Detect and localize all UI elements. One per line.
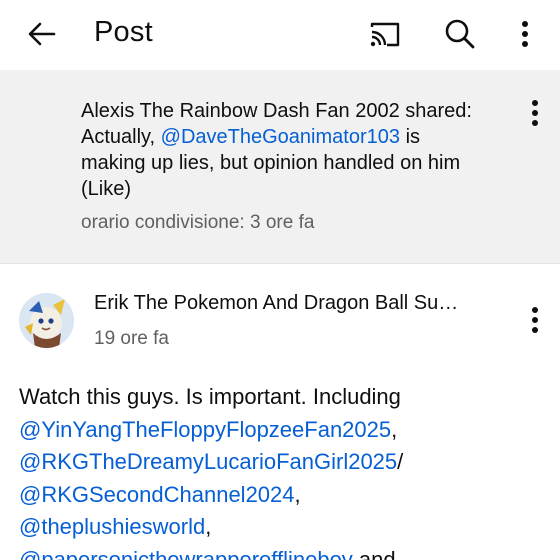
back-arrow-icon [28, 22, 56, 46]
shared-more-button[interactable] [521, 93, 549, 133]
sharer-name[interactable]: Alexis The Rainbow Dash Fan 2002 shared: [81, 100, 472, 122]
separator: , [205, 514, 212, 539]
body-line: Watch this guys. Is important. Including [19, 381, 549, 414]
back-button[interactable] [22, 14, 62, 54]
share-timestamp: orario condivisione: 3 ore fa [81, 212, 315, 233]
search-icon [445, 19, 475, 49]
body-line: @YinYangTheFloppyFlopzeeFan2025, [19, 414, 549, 447]
body-intro: Watch this guys. Is important. Including [19, 384, 401, 409]
mention-link[interactable]: @RKGSecondChannel2024 [19, 482, 295, 507]
separator: , [294, 481, 301, 507]
top-app-bar: Post [0, 0, 560, 70]
cast-icon [370, 22, 400, 47]
body-line: @papersonicthewrapperofflineboy and [19, 544, 549, 560]
post-more-button[interactable] [521, 300, 549, 340]
shared-comment: Alexis The Rainbow Dash Fan 2002 shared:… [81, 98, 481, 202]
body-line: @RKGTheDreamyLucarioFanGirl2025/ [19, 446, 549, 479]
divider [0, 263, 560, 264]
cast-button[interactable] [364, 13, 406, 55]
separator: , [391, 416, 398, 442]
search-button[interactable] [439, 13, 481, 55]
mention-link[interactable]: @RKGTheDreamyLucarioFanGirl2025 [19, 449, 397, 474]
mention-link[interactable]: @papersonicthewrapperofflineboy [19, 547, 353, 560]
author-avatar[interactable] [19, 293, 74, 348]
more-options-button[interactable] [504, 13, 546, 55]
post-author[interactable]: Erik The Pokemon And Dragon Ball Su… [94, 292, 494, 315]
mention-link[interactable]: @DaveTheGoanimator103 [161, 126, 400, 148]
post-timestamp: 19 ore fa [94, 328, 169, 349]
page-title: Post [94, 16, 153, 48]
post-body: Watch this guys. Is important. Including… [19, 381, 549, 560]
body-line: @theplushiesworld, [19, 511, 549, 544]
post-screen: Post A Alexis The Rainbow D [0, 0, 560, 560]
shared-text-before: Actually, [81, 126, 156, 148]
more-vert-icon [522, 21, 528, 47]
body-line: @RKGSecondChannel2024, [19, 479, 549, 512]
separator: and [352, 546, 396, 560]
mention-link[interactable]: @YinYangTheFloppyFlopzeeFan2025 [19, 417, 391, 442]
mention-link[interactable]: @theplushiesworld [19, 514, 205, 539]
separator: / [397, 449, 404, 474]
more-vert-icon [532, 100, 538, 126]
more-vert-icon [532, 307, 538, 333]
author-avatar-image [19, 293, 74, 348]
